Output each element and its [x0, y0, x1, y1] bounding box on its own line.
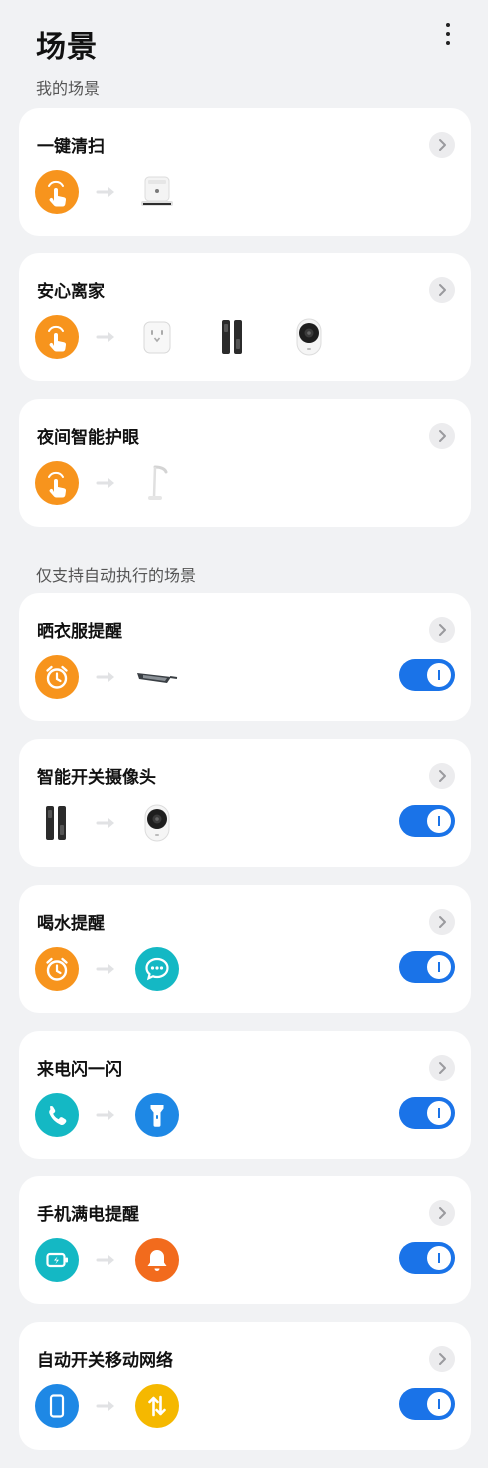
auto-scene-card[interactable]: 手机满电提醒: [19, 1176, 471, 1304]
message-icon: [135, 947, 179, 991]
scene-card[interactable]: 安心离家: [19, 253, 471, 381]
camera-icon: [135, 801, 179, 845]
flashlight-icon: [135, 1093, 179, 1137]
arrow-right-icon: [87, 655, 127, 699]
alarm-clock-icon: [35, 655, 79, 699]
scene-flow: [35, 170, 211, 214]
scene-toggle[interactable]: [399, 805, 455, 837]
scene-card[interactable]: 夜间智能护眼: [19, 399, 471, 527]
bell-icon: [135, 1238, 179, 1282]
scene-toggle[interactable]: [399, 1097, 455, 1129]
mobile-data-icon: [135, 1384, 179, 1428]
scene-title: 来电闪一闪: [37, 1060, 122, 1079]
arrow-right-icon: [87, 947, 127, 991]
more-options-button[interactable]: [438, 16, 458, 52]
auto-scene-card[interactable]: 自动开关移动网络: [19, 1322, 471, 1450]
tap-hand-icon: [35, 315, 79, 359]
arrow-right-icon: [87, 801, 127, 845]
scene-flow: [35, 947, 179, 991]
arrow-right-icon: [87, 315, 127, 359]
arrow-right-icon: [87, 461, 127, 505]
scene-flow: [35, 461, 211, 505]
chevron-right-icon[interactable]: [429, 909, 455, 935]
chevron-right-icon[interactable]: [429, 1346, 455, 1372]
scene-toggle[interactable]: [399, 1388, 455, 1420]
scene-flow: [35, 655, 211, 699]
page-header: 场景: [36, 22, 98, 66]
scene-title: 夜间智能护眼: [37, 428, 139, 447]
scene-flow: [35, 1384, 179, 1428]
chevron-right-icon[interactable]: [429, 277, 455, 303]
scene-title: 自动开关移动网络: [37, 1351, 173, 1370]
tap-hand-icon: [35, 170, 79, 214]
arrow-right-icon: [87, 170, 127, 214]
chevron-right-icon[interactable]: [429, 1200, 455, 1226]
auto-scene-card[interactable]: 晒衣服提醒: [19, 593, 471, 721]
smartphone-icon: [35, 1384, 79, 1428]
auto-scene-card[interactable]: 喝水提醒: [19, 885, 471, 1013]
scene-title: 智能开关摄像头: [37, 768, 156, 787]
scene-toggle[interactable]: [399, 1242, 455, 1274]
scene-title: 晒衣服提醒: [37, 622, 122, 641]
auto-scene-card[interactable]: 来电闪一闪: [19, 1031, 471, 1159]
desk-lamp-icon: [135, 461, 179, 505]
scene-flow: [35, 315, 363, 359]
chevron-right-icon[interactable]: [429, 617, 455, 643]
arrow-right-icon: [87, 1384, 127, 1428]
robot-vacuum-icon: [135, 170, 179, 214]
page-title: 场景: [36, 31, 98, 64]
alarm-clock-icon: [35, 947, 79, 991]
arrow-right-icon: [87, 1238, 127, 1282]
scene-toggle[interactable]: [399, 951, 455, 983]
clothes-rack-icon: [135, 655, 179, 699]
scene-flow: [35, 801, 211, 845]
door-lock-icon: [35, 801, 79, 845]
section-my-scenes-label: 我的场景: [36, 81, 101, 98]
smart-plug-icon: [135, 315, 179, 359]
door-lock-icon: [211, 315, 255, 359]
scene-title: 安心离家: [37, 282, 105, 301]
chevron-right-icon[interactable]: [429, 132, 455, 158]
auto-scene-card[interactable]: 智能开关摄像头: [19, 739, 471, 867]
scene-flow: [35, 1093, 179, 1137]
chevron-right-icon[interactable]: [429, 1055, 455, 1081]
tap-hand-icon: [35, 461, 79, 505]
chevron-right-icon[interactable]: [429, 763, 455, 789]
chevron-right-icon[interactable]: [429, 423, 455, 449]
battery-icon: [35, 1238, 79, 1282]
camera-icon: [287, 315, 331, 359]
section-auto-scenes-label: 仅支持自动执行的场景: [36, 568, 197, 585]
arrow-right-icon: [87, 1093, 127, 1137]
scene-toggle[interactable]: [399, 659, 455, 691]
more-vertical-icon: [446, 23, 450, 27]
scene-title: 喝水提醒: [37, 914, 105, 933]
phone-icon: [35, 1093, 79, 1137]
scene-card[interactable]: 一键清扫: [19, 108, 471, 236]
scene-title: 一键清扫: [37, 137, 105, 156]
scene-flow: [35, 1238, 179, 1282]
scene-title: 手机满电提醒: [37, 1205, 139, 1224]
